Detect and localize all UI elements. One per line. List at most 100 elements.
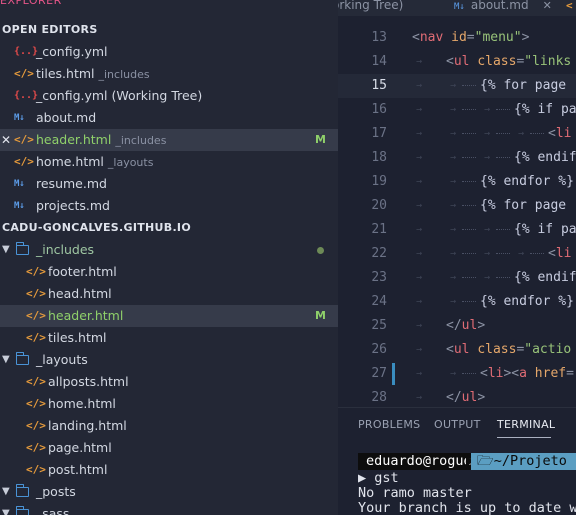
code-token: "links	[524, 54, 572, 69]
close-icon[interactable]: ✕	[543, 0, 552, 12]
code-line[interactable]: 14 → <ul class="links	[338, 50, 576, 74]
modified-badge: M	[315, 309, 326, 322]
code-line[interactable]: 22 → → → → <li	[338, 242, 576, 266]
file-item[interactable]: </> landing.html	[0, 415, 338, 437]
code-token: >	[477, 390, 486, 405]
indent-guide: →	[450, 128, 457, 139]
code-token: {% endfor %}	[480, 174, 574, 189]
code-text: <ul class="actio	[446, 338, 571, 362]
indent-guide: →	[518, 128, 525, 139]
code-editor[interactable]: 13 <nav id="menu"> 14 → <ul class="links 15 → →…	[338, 0, 576, 407]
file-item[interactable]: </> home.html	[0, 393, 338, 415]
code-token: >	[521, 30, 530, 45]
file-item[interactable]: </> footer.html	[0, 261, 338, 283]
file-item[interactable]: </> head.html	[0, 283, 338, 305]
indent-guide: →	[450, 224, 457, 235]
tab-terminal[interactable]: TERMINAL	[497, 418, 555, 431]
open-editor-label: resume.md	[36, 173, 107, 195]
code-token: {% endif	[514, 150, 576, 165]
folder-item[interactable]: ▼ _layouts	[0, 349, 338, 371]
open-editor-item[interactable]: M↓ resume.md	[0, 173, 338, 195]
indent-guide: →	[450, 272, 457, 283]
folder-item[interactable]: ▼ _posts	[0, 481, 338, 503]
folder-label: _posts	[36, 484, 76, 499]
code-token: ul	[461, 390, 478, 405]
indent-guide: →	[416, 392, 423, 403]
folder-icon	[15, 352, 29, 365]
html-icon: <	[566, 0, 573, 12]
code-line[interactable]: 26 → <ul class="actio	[338, 338, 576, 362]
code-line[interactable]: 21 → → → {% if pa	[338, 218, 576, 242]
code-token: "actio	[524, 342, 572, 357]
indent-guide: →	[484, 152, 491, 163]
line-number: 27	[371, 366, 387, 381]
code-text: </ul>	[446, 314, 485, 338]
file-label: footer.html	[48, 264, 117, 279]
project-header[interactable]: CADU-GONCALVES.GITHUB.IO	[0, 217, 338, 239]
file-name: projects.md	[36, 198, 110, 213]
code-line[interactable]: 28 → </ul>	[338, 386, 576, 407]
open-editor-item[interactable]: {..} _config.yml (Working Tree)	[0, 85, 338, 107]
chevron-down-icon[interactable]: ▼	[2, 503, 10, 515]
code-token: ul	[453, 54, 470, 69]
tab-output[interactable]: OUTPUT	[434, 418, 481, 431]
open-editor-item[interactable]: </> home.html _layouts	[0, 151, 338, 173]
git-change-marker	[392, 363, 395, 385]
file-item[interactable]: </> tiles.html	[0, 327, 338, 349]
code-text: {% for page	[480, 194, 566, 218]
code-line[interactable]: 20 → → {% for page	[338, 194, 576, 218]
file-item[interactable]: </> post.html	[0, 459, 338, 481]
html-icon: </>	[26, 463, 46, 476]
indent-guide: →	[484, 248, 491, 259]
code-token: ul	[461, 318, 478, 333]
code-line[interactable]: 23 → → → {% endif	[338, 266, 576, 290]
file-item[interactable]: </> header.html M	[0, 305, 338, 327]
code-line[interactable]: 27 → → <li><a href=	[338, 362, 576, 386]
close-icon[interactable]: ✕	[1, 129, 11, 151]
open-editor-item[interactable]: M↓ projects.md	[0, 195, 338, 217]
whitespace-dots	[462, 277, 476, 279]
whitespace-dots	[462, 205, 476, 207]
indent-guide: →	[416, 104, 423, 115]
open-editors-label: OPEN EDITORS	[2, 23, 98, 36]
tab-header-html[interactable]: <	[566, 0, 573, 14]
code-line[interactable]: 13 <nav id="menu">	[338, 26, 576, 50]
tab-problems[interactable]: PROBLEMS	[358, 418, 420, 431]
open-editor-item[interactable]: </> tiles.html _includes	[0, 63, 338, 85]
file-item[interactable]: </> allposts.html	[0, 371, 338, 393]
code-token: {% endif	[514, 270, 576, 285]
code-token: </	[446, 318, 462, 333]
open-editor-item[interactable]: M↓ about.md	[0, 107, 338, 129]
chevron-down-icon[interactable]: ▼	[2, 349, 10, 371]
open-editor-item[interactable]: ✕ </> header.html _includes M	[0, 129, 338, 151]
indent-guide: →	[450, 248, 457, 259]
folder-item[interactable]: ▼ _includes	[0, 239, 338, 261]
project-label: CADU-GONCALVES.GITHUB.IO	[2, 221, 191, 234]
code-line[interactable]: 15 → → {% for page	[338, 74, 576, 98]
chevron-down-icon[interactable]: ▼	[2, 481, 10, 503]
chevron-down-icon[interactable]: ▼	[2, 239, 10, 261]
open-editor-item[interactable]: {..} _config.yml	[0, 41, 338, 63]
tab-about-md[interactable]: M↓ about.md ✕	[454, 0, 552, 14]
code-token: {% if pa	[514, 102, 576, 117]
code-line[interactable]: 18 → → → {% endif	[338, 146, 576, 170]
code-line[interactable]: 24 → → {% endfor %}	[338, 290, 576, 314]
code-text: <li	[548, 242, 571, 266]
terminal-line: No ramo master	[358, 485, 472, 501]
code-token: <	[548, 246, 556, 261]
code-line[interactable]: 16 → → → {% if pa	[338, 98, 576, 122]
folder-item[interactable]: ▼ _sass	[0, 503, 338, 515]
line-number: 13	[371, 30, 387, 45]
yml-icon: {..}	[14, 46, 39, 57]
open-editors-header[interactable]: OPEN EDITORS	[0, 19, 338, 41]
code-line[interactable]: 25 → </ul>	[338, 314, 576, 338]
indent-guide: →	[450, 152, 457, 163]
file-name: _config.yml	[36, 44, 108, 59]
code-line[interactable]: 17 → → → → <li	[338, 122, 576, 146]
code-token: {% for page	[480, 78, 567, 93]
file-item[interactable]: </> page.html	[0, 437, 338, 459]
code-line[interactable]: 19 → → {% endfor %}	[338, 170, 576, 194]
tab-config-working-tree[interactable]: orking Tree)	[338, 0, 403, 14]
indent-guide: →	[450, 368, 457, 379]
file-folder-hint: _includes	[115, 134, 167, 147]
